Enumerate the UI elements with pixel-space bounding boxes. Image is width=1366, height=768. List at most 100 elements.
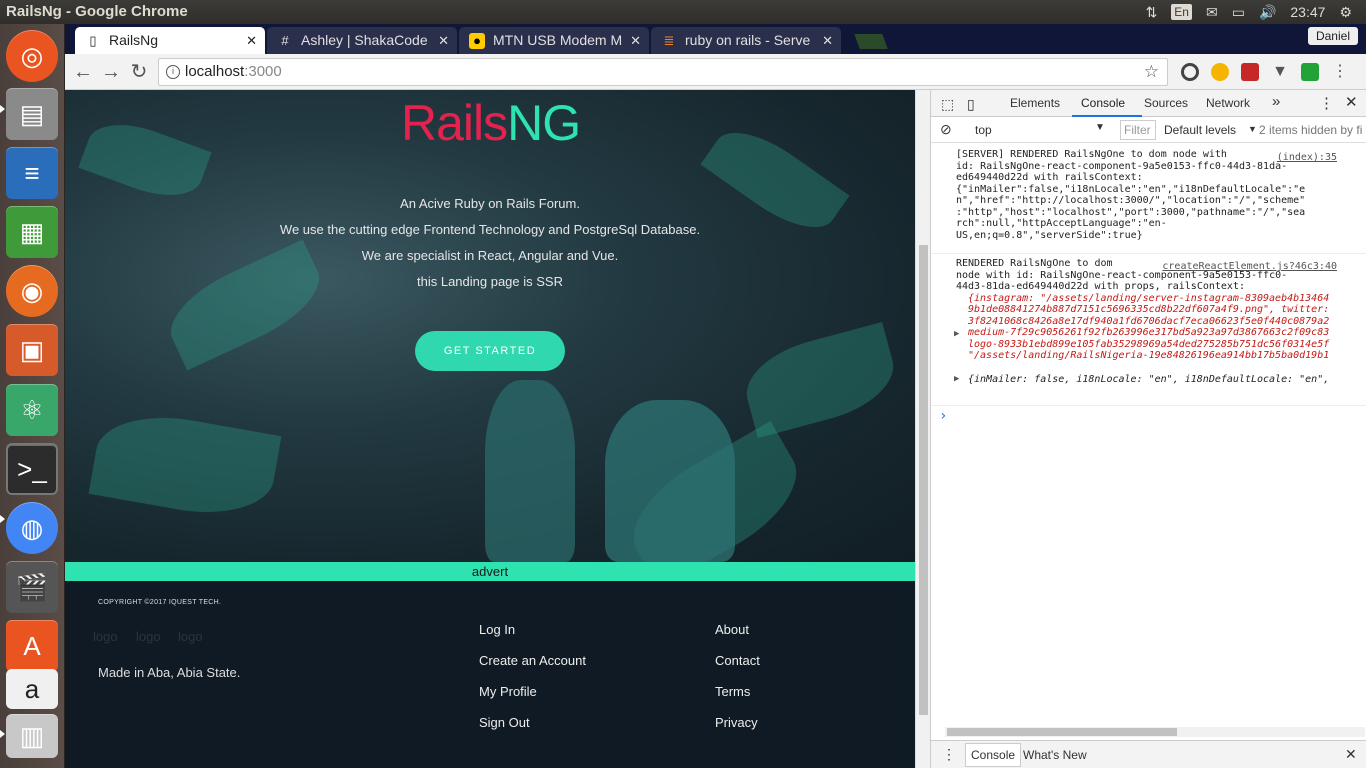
inspect-icon[interactable]: ⬚ [941, 96, 954, 113]
log-line: US,en;q=0.8","serverSide":true} [956, 229, 1143, 241]
hero-section: RailsNG An Acive Ruby on Rails Forum. We… [65, 90, 915, 589]
message-source-link[interactable]: createReactElement.js?46c3:40 [1162, 261, 1337, 273]
address-bar[interactable]: i localhost:3000 ☆ [158, 58, 1168, 86]
close-icon[interactable]: ✕ [246, 27, 257, 54]
software-center-icon[interactable]: A [6, 620, 58, 672]
sign-out-link[interactable]: Sign Out [479, 715, 530, 730]
terms-link[interactable]: Terms [715, 684, 750, 699]
extension-icon[interactable] [1241, 63, 1259, 81]
tab-railsng[interactable]: ▯ RailsNg ✕ [75, 27, 265, 54]
new-tab-button[interactable] [854, 34, 888, 49]
about-link[interactable]: About [715, 622, 749, 637]
more-tabs-icon[interactable]: » [1272, 93, 1280, 110]
tab-network[interactable]: Network [1206, 96, 1250, 110]
login-link[interactable]: Log In [479, 622, 515, 637]
mail-icon[interactable]: ✉ [1206, 0, 1218, 24]
made-in-text: Made in Aba, Abia State. [98, 665, 241, 680]
chevron-down-icon[interactable]: ▼ [1248, 124, 1257, 134]
close-devtools-icon[interactable]: ✕ [1345, 93, 1358, 111]
scrollbar-thumb[interactable] [919, 245, 928, 715]
console-horizontal-scrollbar[interactable] [945, 727, 1365, 737]
chevron-down-icon[interactable]: ▼ [1095, 122, 1105, 133]
power-icon[interactable]: ⚙ [1339, 0, 1352, 24]
page-viewport: RailsNG An Acive Ruby on Rails Forum. We… [65, 90, 915, 768]
page-icon: ▯ [89, 33, 97, 48]
menu-icon[interactable]: ⋮ [1331, 63, 1349, 81]
launcher: ◎ ▤ ≡ ▦ ◉ ▣ ⚛ >_ ◍ 🎬 A a ▥ [0, 24, 65, 768]
vue-devtools-icon[interactable]: ▼ [1271, 63, 1289, 81]
tab-elements[interactable]: Elements [1010, 96, 1060, 110]
tab-sources[interactable]: Sources [1144, 96, 1188, 110]
site-footer: COPYRIGHT ©2017 IQUEST TECH. logo logo l… [65, 581, 900, 768]
logo-placeholder: logo [178, 629, 203, 644]
drawer-menu-icon[interactable]: ⋮ [942, 746, 956, 763]
console-filter-input[interactable]: Filter [1120, 120, 1156, 140]
keyboard-layout[interactable]: En [1171, 4, 1192, 20]
video-icon[interactable]: 🎬 [6, 561, 58, 613]
console-message: (index):35 [SERVER] RENDERED RailsNgOne … [931, 149, 1366, 254]
ubuntu-dash-icon[interactable]: ◎ [6, 30, 58, 82]
back-icon[interactable]: ← [71, 60, 95, 84]
extension-icon[interactable] [1211, 63, 1229, 81]
site-logo[interactable]: RailsNG [401, 94, 581, 152]
object-line: 3f8241068c8426a8e17df940a1fd6706dacf7eca… [968, 315, 1330, 327]
close-icon[interactable]: ✕ [438, 27, 449, 54]
expand-triangle-icon[interactable]: ▶ [954, 329, 959, 341]
drawer-tab-whats-new[interactable]: What's New [1023, 748, 1087, 762]
tab-mtn[interactable]: ● MTN USB Modem M ✕ [459, 27, 649, 54]
bookmark-star-icon[interactable]: ☆ [1144, 59, 1159, 85]
device-toolbar-icon[interactable]: ▯ [967, 96, 975, 113]
tab-stackoverflow[interactable]: ≣ ruby on rails - Serve ✕ [651, 27, 841, 54]
trash-icon[interactable]: ▥ [6, 714, 58, 758]
message-source-link[interactable]: (index):35 [1277, 152, 1337, 164]
running-indicator [0, 515, 5, 523]
reload-icon[interactable]: ↻ [127, 60, 151, 84]
profile-button[interactable]: Daniel [1307, 27, 1358, 45]
firefox-icon[interactable]: ◉ [6, 265, 58, 317]
log-line: 44d3-81da-ed649440d22d with props, rails… [956, 281, 1245, 292]
chrome-icon[interactable]: ◍ [6, 502, 58, 554]
clear-console-icon[interactable]: ⊘ [940, 121, 952, 138]
files-icon[interactable]: ▤ [6, 88, 58, 140]
extension-icon[interactable] [1181, 63, 1199, 81]
volume-icon[interactable]: 🔊 [1259, 0, 1276, 24]
log-levels-dropdown[interactable]: Default levels [1164, 123, 1236, 137]
close-icon[interactable]: ✕ [630, 27, 641, 54]
tab-console[interactable]: Console [1081, 96, 1125, 110]
amazon-icon[interactable]: a [6, 669, 58, 709]
object-line: "/assets/landing/RailsNigeria-19e8482619… [968, 350, 1330, 361]
close-drawer-icon[interactable]: ✕ [1345, 746, 1357, 763]
calc-icon[interactable]: ▦ [6, 206, 58, 258]
atom-icon[interactable]: ⚛ [6, 384, 58, 436]
my-profile-link[interactable]: My Profile [479, 684, 537, 699]
devtools-menu-icon[interactable]: ⋮ [1319, 94, 1334, 112]
context-object[interactable]: ▶ {inMailer: false, i18nLocale: "en", i1… [954, 374, 1366, 386]
url-host: localhost [185, 63, 245, 80]
battery-icon[interactable]: ▭ [1232, 0, 1245, 24]
tab-ashley[interactable]: # Ashley | ShakaCode ✕ [267, 27, 457, 54]
writer-icon[interactable]: ≡ [6, 147, 58, 199]
console-toolbar: ⊘ top ▼ Filter Default levels ▼ 2 items … [931, 117, 1366, 143]
forward-icon[interactable]: → [99, 60, 123, 84]
create-account-link[interactable]: Create an Account [479, 653, 586, 668]
info-icon[interactable]: i [166, 65, 180, 79]
terminal-icon[interactable]: >_ [6, 443, 58, 495]
context-selector[interactable]: top [975, 123, 992, 137]
clock[interactable]: 23:47 [1290, 0, 1325, 24]
contact-link[interactable]: Contact [715, 653, 760, 668]
scrollbar-thumb[interactable] [947, 728, 1177, 736]
tab-label: Ashley | ShakaCode [301, 32, 428, 48]
extension-icon[interactable] [1301, 63, 1319, 81]
log-line: :"http","host":"localhost","port":3000,"… [956, 206, 1306, 218]
page-scrollbar[interactable] [915, 90, 930, 768]
impress-icon[interactable]: ▣ [6, 324, 58, 376]
privacy-link[interactable]: Privacy [715, 715, 758, 730]
log-line-text: n","href":"http://localhost:3000/","loca… [956, 195, 1306, 206]
console-prompt[interactable]: › [939, 408, 947, 424]
close-icon[interactable]: ✕ [822, 27, 833, 54]
props-object[interactable]: ▶ {instagram: "/assets/landing/server-in… [954, 293, 1366, 362]
drawer-tab-console[interactable]: Console [965, 743, 1022, 767]
expand-triangle-icon[interactable]: ▶ [954, 374, 959, 386]
get-started-button[interactable]: GET STARTED [415, 331, 565, 371]
network-icon[interactable]: ⇅ [1146, 0, 1158, 24]
